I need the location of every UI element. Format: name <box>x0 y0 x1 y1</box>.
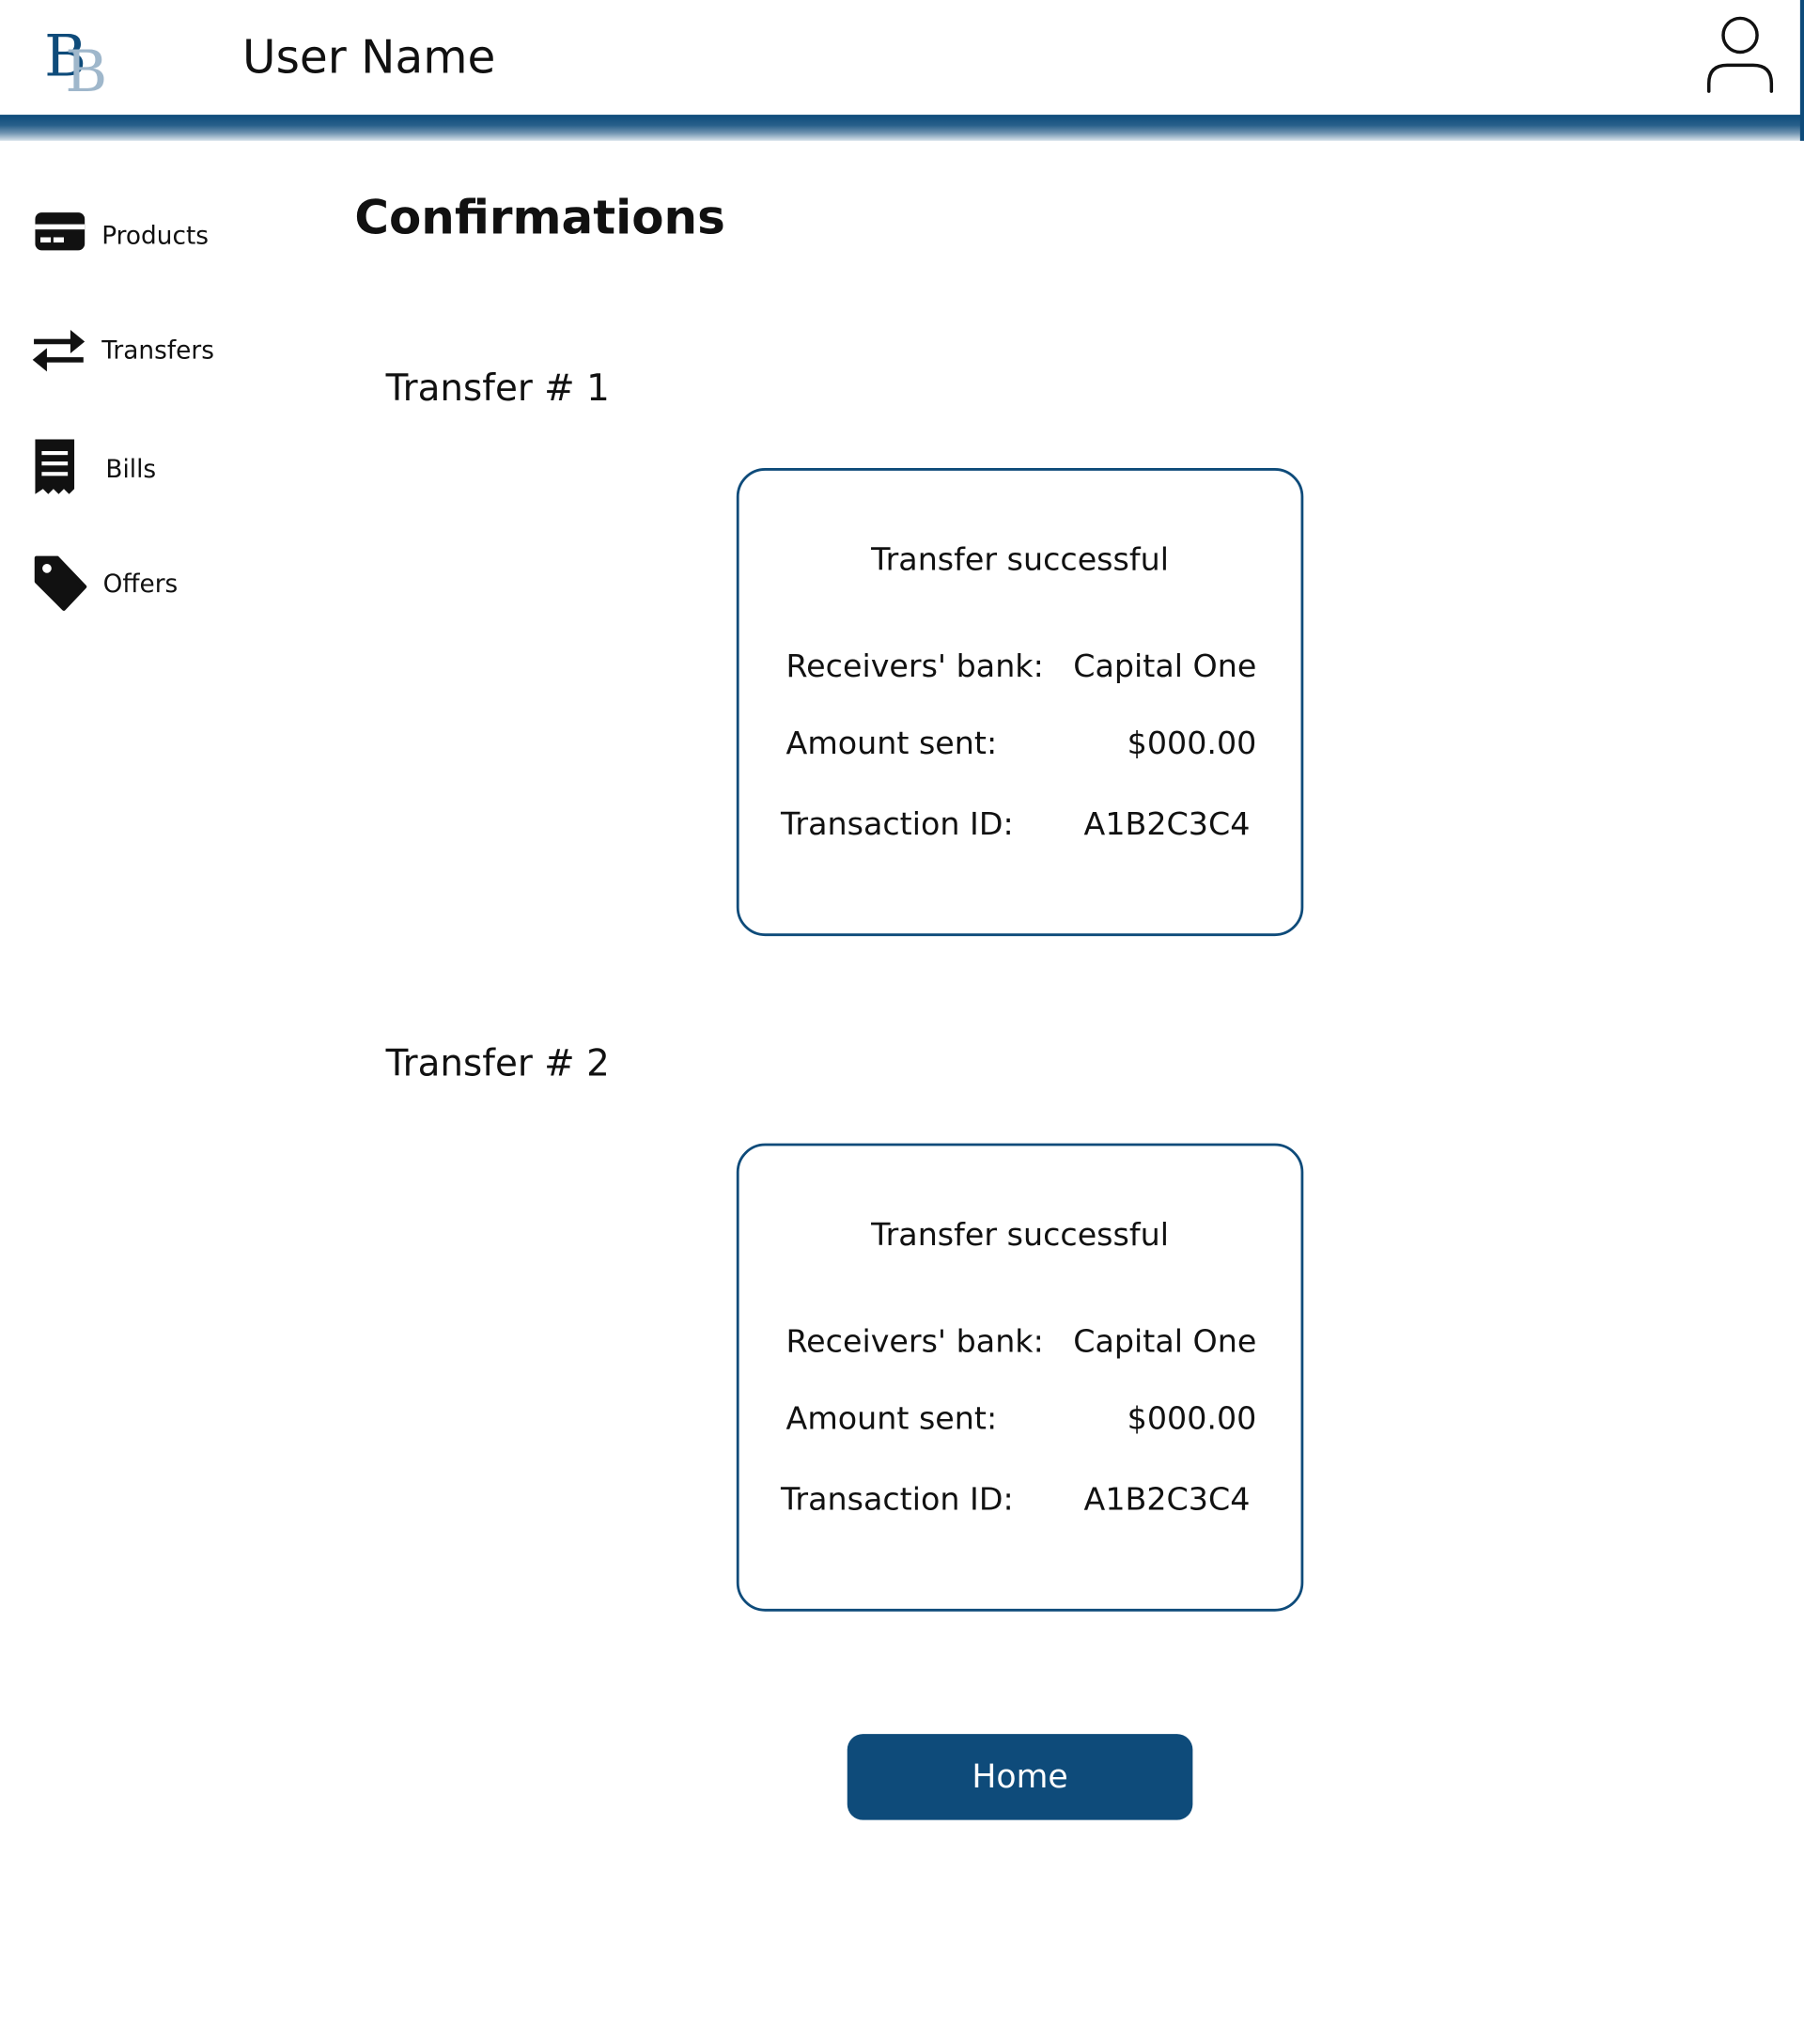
sidebar-item-bills[interactable]: Bills <box>29 437 264 502</box>
transfer-heading: Transfer # 1 <box>385 366 610 410</box>
sidebar-item-label: Transfers <box>101 335 214 366</box>
brand-logo[interactable]: B B <box>44 23 109 105</box>
tag-icon <box>29 552 89 616</box>
logo-letter-back: B <box>65 39 108 106</box>
confirmation-card: Transfer successful Receivers' bank: Cap… <box>736 1143 1304 1612</box>
confirmation-card: Transfer successful Receivers' bank: Cap… <box>736 468 1304 937</box>
header-edge <box>1799 0 1804 141</box>
sidebar-item-offers[interactable]: Offers <box>29 552 264 616</box>
transaction-id-label: Transaction ID: <box>780 1480 1014 1518</box>
credit-card-icon <box>29 203 89 268</box>
amount-sent-value: $000.00 <box>1127 725 1257 762</box>
card-status: Transfer successful <box>871 1216 1169 1254</box>
user-name: User Name <box>242 32 496 86</box>
transaction-id-value: A1B2C3C4 <box>1083 1480 1251 1518</box>
page: B B User Name Products Transfers Bills O… <box>0 0 1804 2044</box>
transfer-heading: Transfer # 2 <box>385 1041 610 1085</box>
page-title: Confirmations <box>354 191 725 245</box>
amount-sent-value: $000.00 <box>1127 1399 1257 1437</box>
card-status: Transfer successful <box>871 540 1169 578</box>
amount-sent-label: Amount sent: <box>785 1399 998 1437</box>
sidebar-item-products[interactable]: Products <box>29 203 264 268</box>
sidebar-item-label: Bills <box>105 455 157 484</box>
receipt-icon <box>29 437 89 502</box>
receivers-bank-label: Receivers' bank: <box>785 1323 1044 1360</box>
header: B B User Name <box>0 0 1804 117</box>
amount-sent-label: Amount sent: <box>785 725 998 762</box>
sidebar-item-label: Offers <box>102 570 179 599</box>
receivers-bank-value: Capital One <box>1073 1323 1257 1360</box>
user-icon[interactable] <box>1697 13 1783 100</box>
sidebar-item-transfers[interactable]: Transfers <box>29 319 264 383</box>
app-frame: B B User Name Products Transfers Bills O… <box>0 0 1804 2044</box>
receivers-bank-label: Receivers' bank: <box>785 648 1044 685</box>
home-button[interactable]: Home <box>847 1734 1193 1820</box>
transfer-arrows-icon <box>29 319 89 383</box>
header-accent-bar <box>0 115 1804 141</box>
receivers-bank-value: Capital One <box>1073 648 1257 685</box>
sidebar-item-label: Products <box>101 221 210 251</box>
transaction-id-label: Transaction ID: <box>780 805 1014 843</box>
transaction-id-value: A1B2C3C4 <box>1083 805 1251 843</box>
